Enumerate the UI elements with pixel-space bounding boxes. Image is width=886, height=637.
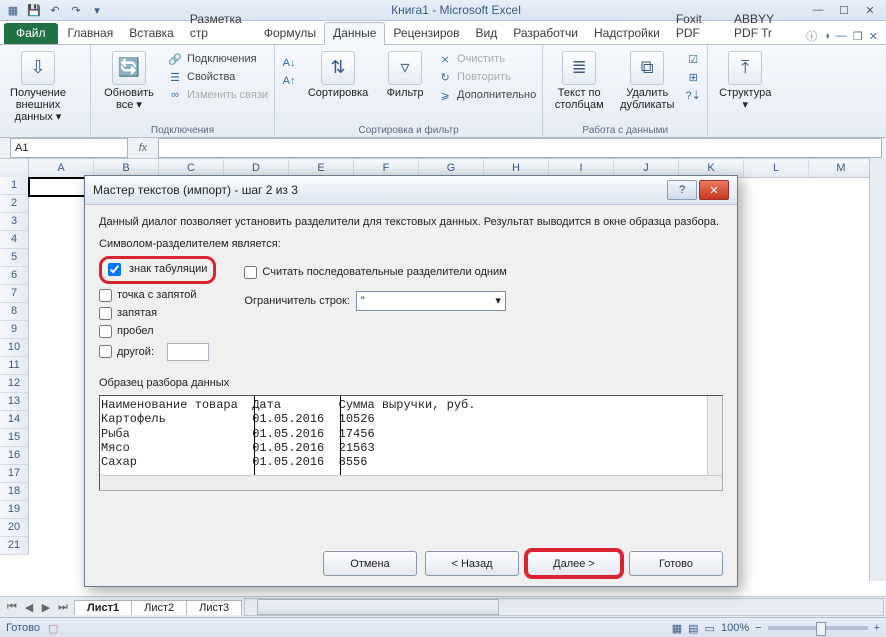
checkbox-space-row[interactable]: пробел [99,325,216,338]
checkbox-semicolon[interactable] [99,289,112,302]
dialog-help-icon[interactable]: ? [667,180,697,200]
preview-vscroll[interactable] [707,396,722,476]
dialog-description: Данный диалог позволяет установить разде… [99,215,723,230]
chevron-down-icon: ▾ [495,294,501,307]
other-delimiter-input[interactable] [167,343,209,361]
column-divider [340,396,341,476]
preview-hscroll[interactable] [100,475,722,490]
highlight-tab-delimiter: знак табуляции [99,256,216,284]
dialog-body: Данный диалог позволяет установить разде… [85,205,737,499]
back-button[interactable]: < Назад [425,551,519,576]
next-button[interactable]: Далее > [527,551,621,576]
checkbox-consecutive[interactable] [244,266,257,279]
checkbox-semicolon-row[interactable]: точка с запятой [99,289,216,302]
checkbox-comma-row[interactable]: запятая [99,307,216,320]
checkbox-space[interactable] [99,325,112,338]
column-divider [254,396,255,476]
dialog-buttons: Отмена < Назад Далее > Готово [323,551,723,576]
checkbox-other[interactable] [99,345,112,358]
text-qualifier-label: Ограничитель строк: [244,295,349,307]
dialog-titlebar: Мастер текстов (импорт) - шаг 2 из 3 ? ✕ [85,176,737,205]
dialog-close-icon[interactable]: ✕ [699,180,729,200]
delimiter-checkboxes: знак табуляции точка с запятой запятая п… [99,256,216,361]
checkbox-tab[interactable] [108,263,121,276]
delimiters-label: Символом-разделителем является: [99,238,723,250]
checkbox-comma[interactable] [99,307,112,320]
dialog-title: Мастер текстов (импорт) - шаг 2 из 3 [93,183,298,197]
checkbox-other-row[interactable]: другой: [99,343,216,361]
preview-text: Наименование товара Дата Сумма выручки, … [100,396,722,472]
checkbox-consecutive-row[interactable]: Считать последовательные разделители одн… [244,266,723,279]
text-import-wizard-dialog: Мастер текстов (импорт) - шаг 2 из 3 ? ✕… [84,175,738,587]
modal-overlay: Мастер текстов (импорт) - шаг 2 из 3 ? ✕… [0,0,886,637]
cancel-button[interactable]: Отмена [323,551,417,576]
text-qualifier-select[interactable]: " ▾ [356,291,506,311]
preview-label: Образец разбора данных [99,377,723,389]
text-qualifier-row: Ограничитель строк: " ▾ [244,291,723,311]
finish-button[interactable]: Готово [629,551,723,576]
checkbox-tab-label: знак табуляции [129,263,207,275]
data-preview: Наименование товара Дата Сумма выручки, … [99,395,723,491]
